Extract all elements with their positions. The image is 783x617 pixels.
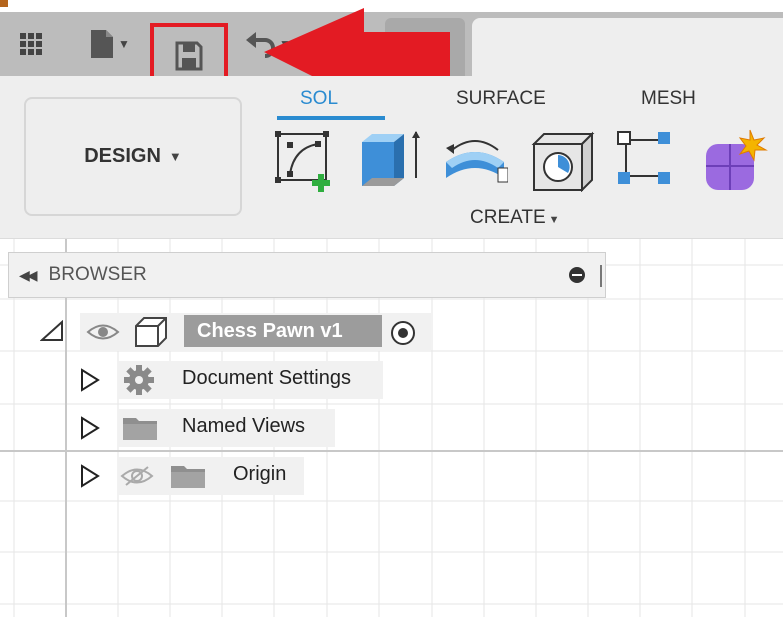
hole-icon: [531, 131, 595, 193]
tab-mesh[interactable]: MESH: [641, 88, 696, 110]
gear-icon: [124, 365, 154, 395]
create-sketch-button[interactable]: [272, 128, 334, 192]
minimize-panel-icon[interactable]: [569, 267, 585, 283]
create-label: CREATE: [470, 207, 546, 228]
browser-panel-header: ◀◀ BROWSER: [8, 252, 606, 298]
component-name: Chess Pawn v1: [197, 320, 343, 342]
active-tab-indicator: [277, 116, 385, 120]
eye-icon[interactable]: [86, 321, 120, 343]
data-panel-button[interactable]: [14, 26, 48, 62]
tree-item-label: Document Settings: [182, 367, 351, 389]
revolve-icon: [446, 140, 509, 183]
create-form-icon: [706, 129, 768, 190]
extrude-button[interactable]: [356, 128, 420, 192]
tab-solid[interactable]: SOL: [300, 88, 338, 110]
create-form-button[interactable]: [700, 128, 768, 192]
ribbon: DESIGN ▼ SOL SURFACE MESH CREATE ▼: [0, 76, 783, 239]
pattern-icon: [617, 131, 670, 184]
workspace-switcher[interactable]: DESIGN ▼: [24, 97, 242, 216]
file-icon: [91, 30, 114, 58]
panel-resize-handle[interactable]: [600, 265, 602, 287]
tab-surface[interactable]: SURFACE: [456, 88, 546, 110]
workspace-label: DESIGN: [84, 145, 161, 167]
document-tab[interactable]: [472, 18, 783, 76]
tree-item-named-views[interactable]: Named Views: [118, 409, 335, 447]
folder-icon: [123, 418, 157, 440]
tree-item-label: Named Views: [182, 415, 306, 437]
save-icon: [175, 41, 203, 71]
extrude-icon: [362, 131, 420, 186]
revolve-button[interactable]: [442, 128, 509, 192]
grid-icon: [20, 33, 42, 55]
activate-radio-icon[interactable]: [389, 319, 417, 347]
collapse-triangle-icon[interactable]: [40, 320, 66, 342]
rectangular-pattern-button[interactable]: [614, 128, 676, 192]
create-sketch-icon: [275, 131, 330, 192]
collapse-panel-icon[interactable]: ◀◀: [19, 267, 37, 284]
tree-item-label: Origin: [233, 463, 287, 485]
chevron-down-icon: ▼: [548, 214, 560, 226]
folder-icon: [171, 466, 205, 488]
file-menu-button[interactable]: ▼: [78, 26, 142, 62]
create-menu[interactable]: CREATE ▼: [470, 207, 560, 229]
tree-item-origin[interactable]: Origin: [118, 457, 304, 495]
hidden-eye-icon[interactable]: [120, 465, 154, 487]
app-icon: [0, 0, 8, 7]
chevron-down-icon: ▼: [168, 149, 182, 164]
component-icon: [135, 317, 167, 347]
expand-triangle-icon[interactable]: [79, 464, 101, 488]
tree-root-row[interactable]: Chess Pawn v1: [80, 313, 431, 351]
expand-triangle-icon[interactable]: [79, 416, 101, 440]
tree-item-document-settings[interactable]: Document Settings: [118, 361, 383, 399]
browser-title: BROWSER: [48, 264, 147, 285]
expand-triangle-icon[interactable]: [79, 368, 101, 392]
chevron-down-icon: ▼: [118, 37, 130, 51]
hole-button[interactable]: [530, 128, 595, 193]
